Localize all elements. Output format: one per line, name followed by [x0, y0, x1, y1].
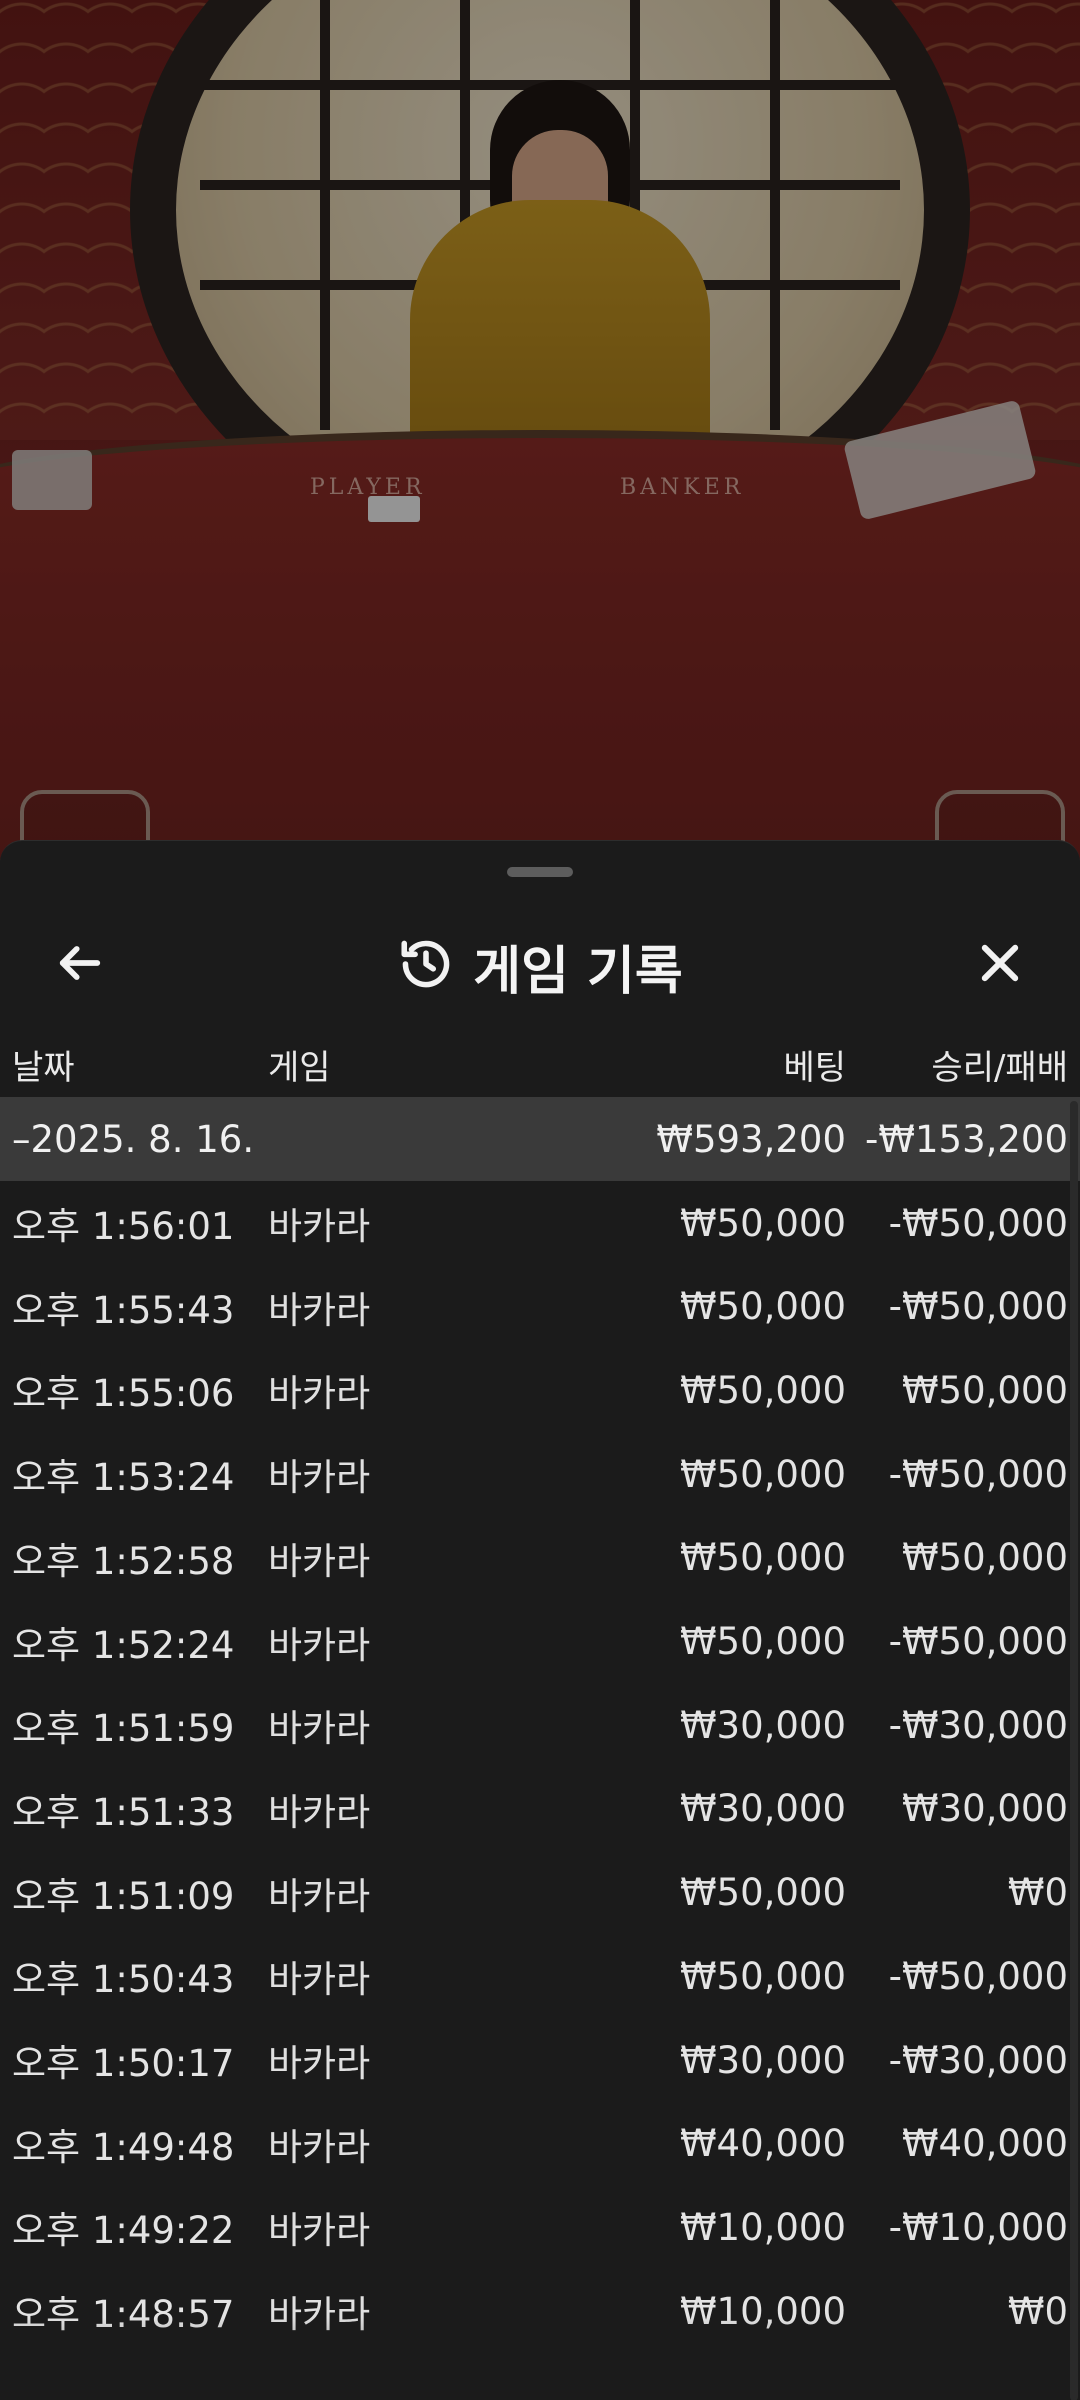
- live-video-feed: PLAYER BANKER: [0, 0, 1080, 860]
- table-row[interactable]: 오후 1:51:59 바카라 ₩30,000 -₩30,000: [0, 1683, 1080, 1767]
- table-row[interactable]: 오후 1:51:09 바카라 ₩50,000 ₩0: [0, 1851, 1080, 1935]
- column-header-bet[interactable]: 베팅: [783, 1040, 846, 1089]
- table-row[interactable]: 오후 1:50:17 바카라 ₩30,000 -₩30,000: [0, 2018, 1080, 2102]
- row-time: 오후 1:48:57: [12, 2293, 235, 2337]
- row-game: 바카라: [268, 1205, 371, 1248]
- row-bet: ₩50,000: [679, 1954, 846, 1998]
- table-row[interactable]: 오후 1:53:24 바카라 ₩50,000 -₩50,000: [0, 1432, 1080, 1516]
- table-row[interactable]: 오후 1:56:01 바카라 ₩50,000 -₩50,000: [0, 1181, 1080, 1265]
- row-win-loss: -₩30,000: [888, 2038, 1068, 2082]
- summary-date: –2025. 8. 16.: [12, 1117, 255, 1161]
- sheet-title-group: 게임 기록: [0, 911, 1080, 1021]
- table-row[interactable]: 오후 1:55:06 바카라 ₩50,000 ₩50,000: [0, 1348, 1080, 1432]
- row-bet: ₩50,000: [679, 1285, 846, 1329]
- history-icon: [397, 935, 455, 997]
- row-time: 오후 1:52:58: [12, 1539, 235, 1583]
- row-time: 오후 1:49:48: [12, 2125, 235, 2169]
- row-bet: ₩40,000: [679, 2122, 846, 2166]
- row-game: 바카라: [268, 2209, 371, 2253]
- date-group-summary[interactable]: –2025. 8. 16. ₩593,200 -₩153,200: [0, 1097, 1080, 1181]
- row-bet: ₩10,000: [679, 2205, 846, 2249]
- table-row[interactable]: 오후 1:52:24 바카라 ₩50,000 -₩50,000: [0, 1600, 1080, 1684]
- row-time: 오후 1:50:17: [12, 2042, 235, 2085]
- row-time: 오후 1:49:22: [12, 2209, 235, 2253]
- video-dim-overlay: [0, 0, 1080, 860]
- table-row[interactable]: 오후 1:49:48 바카라 ₩40,000 ₩40,000: [0, 2102, 1080, 2186]
- row-win-loss: ₩30,000: [901, 1787, 1068, 1831]
- row-game: 바카라: [268, 1874, 371, 1918]
- close-icon: [974, 937, 1026, 993]
- row-bet: ₩50,000: [679, 1871, 846, 1915]
- close-button[interactable]: [960, 925, 1040, 1005]
- arrow-left-icon: [54, 937, 106, 993]
- column-header-date[interactable]: 날짜: [12, 1040, 75, 1089]
- summary-win-loss-total: -₩153,200: [865, 1117, 1068, 1161]
- column-header-win-loss[interactable]: 승리/패배: [931, 1040, 1068, 1089]
- row-win-loss: -₩50,000: [888, 1954, 1068, 1998]
- row-time: 오후 1:55:06: [12, 1372, 235, 1416]
- row-win-loss: -₩30,000: [888, 1703, 1068, 1747]
- row-win-loss: ₩50,000: [901, 1368, 1068, 1412]
- game-history-sheet: 게임 기록 날짜 게임 베팅 승리/패배 –2025. 8. 16. ₩593,…: [0, 840, 1080, 2400]
- row-bet: ₩50,000: [679, 1368, 846, 1412]
- row-game: 바카라: [268, 1707, 371, 1751]
- row-game: 바카라: [268, 1623, 371, 1667]
- history-list[interactable]: –2025. 8. 16. ₩593,200 -₩153,200 오후 1:56…: [0, 1097, 1080, 2400]
- row-game: 바카라: [268, 1456, 371, 1500]
- row-bet: ₩50,000: [679, 1536, 846, 1580]
- row-time: 오후 1:56:01: [12, 1205, 235, 1248]
- row-win-loss: -₩10,000: [888, 2205, 1068, 2249]
- row-win-loss: ₩0: [1007, 1871, 1068, 1915]
- row-time: 오후 1:50:43: [12, 1958, 235, 2002]
- row-bet: ₩10,000: [679, 2289, 846, 2333]
- list-scrollbar[interactable]: [1070, 1101, 1078, 2400]
- table-row[interactable]: 오후 1:50:43 바카라 ₩50,000 -₩50,000: [0, 1934, 1080, 2018]
- row-time: 오후 1:51:09: [12, 1874, 235, 1918]
- row-win-loss: -₩50,000: [888, 1452, 1068, 1496]
- row-bet: ₩50,000: [679, 1452, 846, 1496]
- summary-bet-total: ₩593,200: [656, 1117, 846, 1161]
- row-bet: ₩50,000: [679, 1620, 846, 1663]
- row-bet: ₩30,000: [679, 1703, 846, 1747]
- row-game: 바카라: [268, 1372, 371, 1416]
- row-game: 바카라: [268, 1539, 371, 1583]
- table-row[interactable]: 오후 1:48:57 바카라 ₩10,000 ₩0: [0, 2269, 1080, 2353]
- row-win-loss: ₩50,000: [901, 1536, 1068, 1580]
- row-game: 바카라: [268, 2293, 371, 2337]
- table-row[interactable]: 오후 1:51:33 바카라 ₩30,000 ₩30,000: [0, 1767, 1080, 1851]
- table-header: 날짜 게임 베팅 승리/패배: [0, 1021, 1080, 1107]
- row-time: 오후 1:51:33: [12, 1790, 235, 1834]
- row-game: 바카라: [268, 2042, 371, 2085]
- table-row[interactable]: 오후 1:55:43 바카라 ₩50,000 -₩50,000: [0, 1265, 1080, 1349]
- row-bet: ₩30,000: [679, 1787, 846, 1831]
- table-row[interactable]: 오후 1:49:22 바카라 ₩10,000 -₩10,000: [0, 2185, 1080, 2269]
- row-game: 바카라: [268, 2125, 371, 2169]
- row-time: 오후 1:53:24: [12, 1456, 235, 1500]
- row-game: 바카라: [268, 1958, 371, 2002]
- row-bet: ₩50,000: [679, 1201, 846, 1245]
- row-time: 오후 1:52:24: [12, 1623, 235, 1667]
- row-time: 오후 1:55:43: [12, 1288, 235, 1332]
- row-win-loss: -₩50,000: [888, 1620, 1068, 1663]
- row-win-loss: ₩0: [1007, 2289, 1068, 2333]
- row-bet: ₩30,000: [679, 2038, 846, 2082]
- row-time: 오후 1:51:59: [12, 1707, 235, 1751]
- table-row[interactable]: 오후 1:52:58 바카라 ₩50,000 ₩50,000: [0, 1516, 1080, 1600]
- sheet-drag-handle[interactable]: [507, 867, 573, 877]
- column-header-game[interactable]: 게임: [268, 1040, 331, 1089]
- row-game: 바카라: [268, 1790, 371, 1834]
- row-game: 바카라: [268, 1288, 371, 1332]
- row-win-loss: -₩50,000: [888, 1285, 1068, 1329]
- row-win-loss: ₩40,000: [901, 2122, 1068, 2166]
- back-button[interactable]: [40, 925, 120, 1005]
- sheet-title: 게임 기록: [473, 941, 683, 1002]
- sheet-header: 게임 기록: [0, 911, 1080, 1021]
- row-win-loss: -₩50,000: [888, 1201, 1068, 1245]
